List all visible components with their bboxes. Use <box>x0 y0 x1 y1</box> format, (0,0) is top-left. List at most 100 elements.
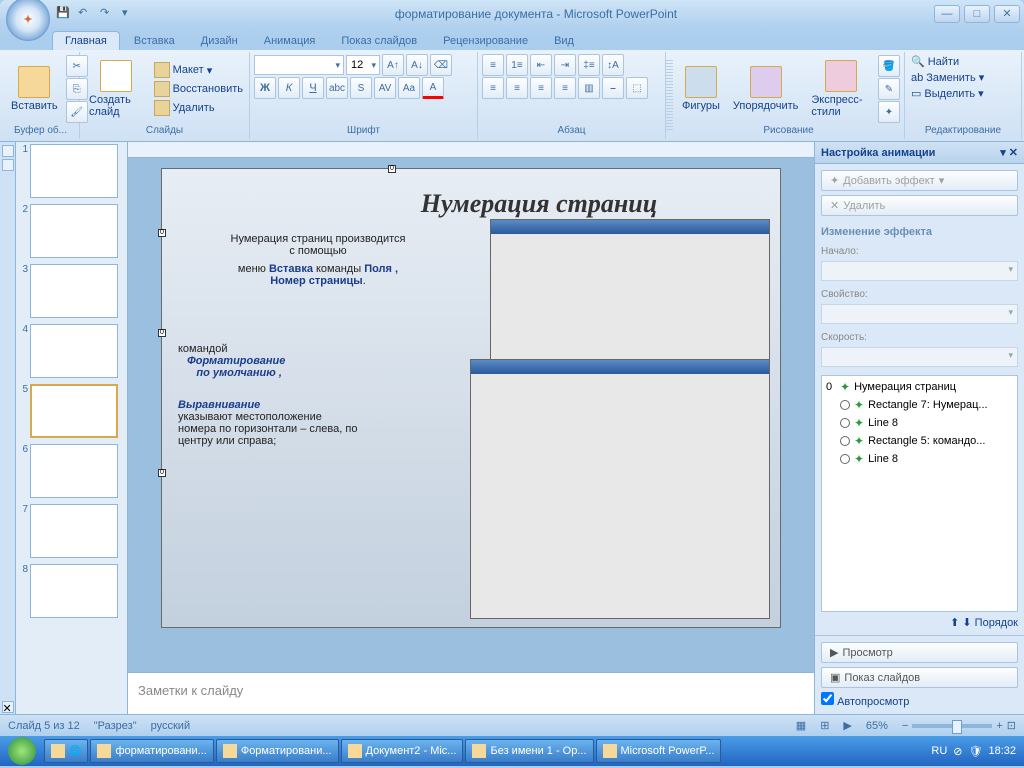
selection-handle[interactable]: 0 <box>158 469 166 477</box>
clear-format-button[interactable]: ⌫ <box>430 54 452 76</box>
shadow-button[interactable]: S <box>350 77 372 99</box>
taskbar-item[interactable]: форматировани... <box>90 739 213 763</box>
slide-text[interactable]: командой Форматирование по умолчанию , <box>178 343 458 379</box>
effect-item[interactable]: ✦Line 8 <box>824 450 1015 468</box>
shrink-font-button[interactable]: A↓ <box>406 54 428 76</box>
effect-item[interactable]: ✦Line 8 <box>824 414 1015 432</box>
outline-tab-strip[interactable]: ✕ <box>0 142 16 714</box>
notes-pane[interactable]: Заметки к слайду <box>128 672 814 714</box>
shapes-button[interactable]: Фигуры <box>677 63 725 115</box>
tab-insert[interactable]: Вставка <box>122 32 187 50</box>
indent-dec-button[interactable]: ⇤ <box>530 54 552 76</box>
thumb-3[interactable]: 3 <box>18 264 125 318</box>
bold-button[interactable]: Ж <box>254 77 276 99</box>
selection-handle[interactable]: 0 <box>158 329 166 337</box>
close-button[interactable]: ✕ <box>994 5 1020 23</box>
shape-effects-button[interactable]: ✦ <box>878 101 900 123</box>
bullets-button[interactable]: ≡ <box>482 54 504 76</box>
case-button[interactable]: Aa <box>398 77 420 99</box>
thumb-2[interactable]: 2 <box>18 204 125 258</box>
tray-icon[interactable]: 🛡 <box>969 745 983 758</box>
slide-text[interactable]: меню Вставка команды Поля ,Номер страниц… <box>178 263 458 287</box>
find-button[interactable]: 🔍 Найти <box>909 54 961 69</box>
effect-item[interactable]: ✦Rectangle 7: Нумерац... <box>824 396 1015 414</box>
embedded-screenshot-2[interactable] <box>470 359 770 619</box>
arrange-button[interactable]: Упорядочить <box>728 63 803 115</box>
italic-button[interactable]: К <box>278 77 300 99</box>
effect-item[interactable]: ✦Rectangle 5: командо... <box>824 432 1015 450</box>
view-slideshow-icon[interactable]: ▶ <box>843 719 851 732</box>
embedded-screenshot-1[interactable] <box>490 219 770 379</box>
tab-animation[interactable]: Анимация <box>252 32 328 50</box>
speed-combo[interactable] <box>821 347 1018 367</box>
system-tray[interactable]: RU ⊘ 🛡 18:32 <box>925 745 1022 758</box>
order-controls[interactable]: ⬆ ⬇ Порядок <box>821 616 1018 629</box>
strike-button[interactable]: abc <box>326 77 348 99</box>
align-text-button[interactable]: ⎯ <box>602 77 624 99</box>
slide-title[interactable]: Нумерация страниц <box>314 189 764 219</box>
thumb-8[interactable]: 8 <box>18 564 125 618</box>
thumb-4[interactable]: 4 <box>18 324 125 378</box>
shape-outline-button[interactable]: ✎ <box>878 78 900 100</box>
line-spacing-button[interactable]: ‡≡ <box>578 54 600 76</box>
effect-list[interactable]: 0✦Нумерация страниц ✦Rectangle 7: Нумера… <box>821 375 1018 612</box>
maximize-button[interactable]: □ <box>964 5 990 23</box>
start-combo[interactable] <box>821 261 1018 281</box>
taskbar-item[interactable]: Документ2 - Mic... <box>341 739 464 763</box>
autopreview-checkbox[interactable]: Автопросмотр <box>821 692 1018 708</box>
selection-handle[interactable]: 0 <box>388 165 396 173</box>
tray-lang[interactable]: RU <box>931 745 947 757</box>
preview-button[interactable]: ▶ Просмотр <box>821 642 1018 663</box>
tab-design[interactable]: Дизайн <box>189 32 250 50</box>
zoom-level[interactable]: 65% <box>866 720 888 732</box>
pane-menu-icon[interactable]: ▾ ✕ <box>1000 146 1018 159</box>
select-button[interactable]: ▭ Выделить ▾ <box>909 86 986 101</box>
replace-button[interactable]: ab Заменить ▾ <box>909 70 986 85</box>
delete-slide-button[interactable]: Удалить <box>152 99 245 117</box>
align-justify-button[interactable]: ≡ <box>554 77 576 99</box>
taskbar-item[interactable]: Без имени 1 - Op... <box>465 739 593 763</box>
thumb-6[interactable]: 6 <box>18 444 125 498</box>
text-direction-button[interactable]: ↕A <box>602 54 624 76</box>
redo-icon[interactable]: ↷ <box>100 6 116 22</box>
grow-font-button[interactable]: A↑ <box>382 54 404 76</box>
slide-text[interactable]: Выравниваниеуказывают местоположение ном… <box>178 399 358 447</box>
tab-view[interactable]: Вид <box>542 32 586 50</box>
font-family-combo[interactable] <box>254 55 344 75</box>
underline-button[interactable]: Ч <box>302 77 324 99</box>
font-size-combo[interactable]: 12 <box>346 55 380 75</box>
property-combo[interactable] <box>821 304 1018 324</box>
thumb-1[interactable]: 1 <box>18 144 125 198</box>
taskbar-item[interactable]: 🌐 <box>44 739 88 763</box>
slide-text[interactable]: Нумерация страниц производитсяс помощью <box>178 233 458 257</box>
taskbar-item[interactable]: Microsoft PowerP... <box>596 739 722 763</box>
qat-more-icon[interactable]: ▾ <box>122 6 138 22</box>
view-normal-icon[interactable]: ▦ <box>796 719 806 732</box>
save-icon[interactable]: 💾 <box>56 6 72 22</box>
indent-inc-button[interactable]: ⇥ <box>554 54 576 76</box>
columns-button[interactable]: ▥ <box>578 77 600 99</box>
align-center-button[interactable]: ≡ <box>506 77 528 99</box>
thumb-5[interactable]: 5 <box>18 384 125 438</box>
smartart-button[interactable]: ⬚ <box>626 77 648 99</box>
add-effect-button[interactable]: ✦ Добавить эффект ▾ <box>821 170 1018 191</box>
new-slide-button[interactable]: Создать слайд <box>84 57 149 121</box>
zoom-slider[interactable]: −+⊡ <box>902 719 1016 732</box>
paste-button[interactable]: Вставить <box>6 63 63 115</box>
undo-icon[interactable]: ↶ <box>78 6 94 22</box>
view-sorter-icon[interactable]: ⊞ <box>820 719 829 732</box>
shape-fill-button[interactable]: 🪣 <box>878 55 900 77</box>
effect-item[interactable]: 0✦Нумерация страниц <box>824 378 1015 396</box>
thumb-7[interactable]: 7 <box>18 504 125 558</box>
tray-clock[interactable]: 18:32 <box>988 745 1016 757</box>
align-left-button[interactable]: ≡ <box>482 77 504 99</box>
font-color-button[interactable]: A <box>422 77 444 99</box>
spacing-button[interactable]: AV <box>374 77 396 99</box>
selection-handle[interactable]: 0 <box>158 229 166 237</box>
layout-button[interactable]: Макет ▾ <box>152 61 245 79</box>
restore-button[interactable]: Восстановить <box>152 80 245 98</box>
tray-icon[interactable]: ⊘ <box>953 745 962 758</box>
numbering-button[interactable]: 1≡ <box>506 54 528 76</box>
slideshow-button[interactable]: ▣ Показ слайдов <box>821 667 1018 688</box>
remove-effect-button[interactable]: ✕ Удалить <box>821 195 1018 216</box>
